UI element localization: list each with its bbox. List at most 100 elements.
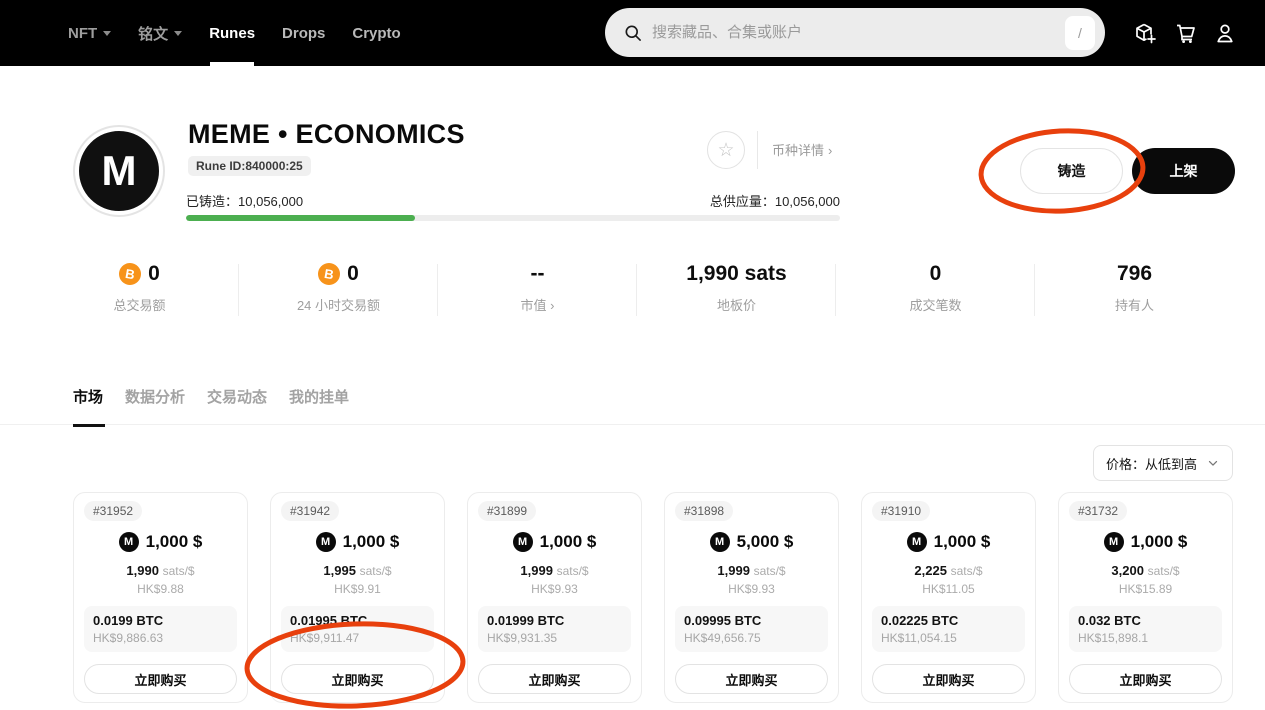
total-price-btc: 0.0199 BTC	[93, 613, 228, 628]
header-actions	[1133, 0, 1237, 66]
supply-value: 10,056,000	[775, 194, 840, 209]
buy-now-button[interactable]: 立即购买	[675, 664, 828, 694]
unit-rate-suffix: sats/$	[163, 564, 195, 578]
tab-market[interactable]: 市场	[73, 386, 103, 427]
unit-rate-suffix: sats/$	[1148, 564, 1180, 578]
chevron-right-icon: ›	[828, 143, 832, 158]
coin-details-link[interactable]: 币种详情 ›	[772, 140, 832, 159]
total-price-hkd: HK$9,911.47	[290, 631, 425, 645]
stat-value: --	[531, 262, 545, 286]
stat-label: 持有人	[1115, 295, 1154, 314]
meme-coin-icon: M	[119, 532, 139, 552]
listing-card[interactable]: #31732 M 1,000 $ 3,200 sats/$ HK$15.89 0…	[1058, 492, 1233, 703]
buy-now-button[interactable]: 立即购买	[872, 664, 1025, 694]
tab-analytics[interactable]: 数据分析	[125, 386, 185, 427]
listing-amount: 1,000 $	[146, 532, 203, 552]
unit-rate-suffix: sats/$	[754, 564, 786, 578]
cart-icon[interactable]	[1173, 21, 1197, 45]
minted-label: 已铸造：	[186, 194, 238, 209]
total-price-box: 0.0199 BTC HK$9,886.63	[84, 606, 237, 652]
total-price-btc: 0.01995 BTC	[290, 613, 425, 628]
nav-item-crypto[interactable]: Crypto	[352, 0, 400, 66]
sort-dropdown[interactable]: 价格：从低到高	[1093, 445, 1233, 481]
unit-rate-suffix: sats/$	[951, 564, 983, 578]
listing-card[interactable]: #31898 M 5,000 $ 1,999 sats/$ HK$9.93 0.…	[664, 492, 839, 703]
chevron-right-icon: ›	[550, 298, 554, 313]
minted-value: 10,056,000	[238, 194, 303, 209]
tab-activity[interactable]: 交易动态	[207, 386, 267, 427]
total-price-btc: 0.09995 BTC	[684, 613, 819, 628]
nav-item-nft[interactable]: NFT	[68, 0, 111, 66]
supply-text: 总供应量：10,056,000	[710, 191, 840, 210]
listing-amount: 5,000 $	[737, 532, 794, 552]
mint-progress-bar	[186, 215, 840, 221]
listing-card[interactable]: #31942 M 1,000 $ 1,995 sats/$ HK$9.91 0.…	[270, 492, 445, 703]
search-shortcut-key: /	[1065, 16, 1095, 50]
listing-amount: 1,000 $	[343, 532, 400, 552]
total-price-hkd: HK$11,054.15	[881, 631, 1016, 645]
listing-id-badge: #31732	[1069, 501, 1127, 521]
listing-id-badge: #31952	[84, 501, 142, 521]
btc-icon: B	[318, 263, 340, 285]
stat-label: 24 小时交易额	[297, 295, 380, 314]
account-icon[interactable]	[1213, 21, 1237, 45]
total-price-btc: 0.032 BTC	[1078, 613, 1213, 628]
favorite-star-button[interactable]: ☆	[707, 131, 745, 169]
stat-24h-volume: B 0 24 小时交易额	[239, 260, 438, 320]
buy-now-button[interactable]: 立即购买	[281, 664, 434, 694]
total-price-hkd: HK$9,931.35	[487, 631, 622, 645]
total-price-btc: 0.02225 BTC	[881, 613, 1016, 628]
total-price-box: 0.01995 BTC HK$9,911.47	[281, 606, 434, 652]
listing-id-badge: #31898	[675, 501, 733, 521]
listing-card[interactable]: #31899 M 1,000 $ 1,999 sats/$ HK$9.93 0.…	[467, 492, 642, 703]
unit-rate: 3,200	[1111, 563, 1144, 578]
tab-my-listings[interactable]: 我的挂单	[289, 386, 349, 427]
listing-card[interactable]: #31910 M 1,000 $ 2,225 sats/$ HK$11.05 0…	[861, 492, 1036, 703]
nav-item-inscriptions[interactable]: 铭文	[138, 0, 182, 66]
buy-now-button[interactable]: 立即购买	[84, 664, 237, 694]
meme-coin-icon: M	[907, 532, 927, 552]
unit-rate-hkd: HK$9.93	[675, 582, 828, 596]
supply-label: 总供应量：	[710, 194, 775, 209]
search-bar[interactable]: /	[605, 8, 1105, 57]
total-price-hkd: HK$15,898.1	[1078, 631, 1213, 645]
stat-floor-price: 1,990 sats 地板价	[637, 260, 836, 320]
buy-now-button[interactable]: 立即购买	[478, 664, 631, 694]
nav-label: 铭文	[138, 23, 168, 44]
listing-card[interactable]: #31952 M 1,000 $ 1,990 sats/$ HK$9.88 0.…	[73, 492, 248, 703]
unit-rate: 1,999	[520, 563, 553, 578]
unit-rate-hkd: HK$11.05	[872, 582, 1025, 596]
runes-market-page: NFT 铭文 Runes Drops Crypto /	[0, 0, 1265, 710]
listing-id-badge: #31942	[281, 501, 339, 521]
unit-rate-hkd: HK$9.88	[84, 582, 237, 596]
stat-value: 0	[148, 262, 160, 286]
market-cap-link[interactable]: 市值 ›	[521, 295, 555, 314]
stat-trade-count: 0 成交笔数	[836, 260, 1035, 320]
mint-button[interactable]: 铸造	[1020, 148, 1123, 194]
mint-progress-fill	[186, 215, 415, 221]
nav-item-runes[interactable]: Runes	[209, 0, 255, 66]
stat-value: 0	[347, 262, 359, 286]
create-cube-icon[interactable]	[1133, 21, 1157, 45]
buy-now-button[interactable]: 立即购买	[1069, 664, 1222, 694]
nav-label: Crypto	[352, 25, 400, 42]
caret-down-icon	[103, 31, 111, 36]
stat-label: 成交笔数	[909, 295, 961, 314]
unit-rate: 1,990	[126, 563, 159, 578]
search-input[interactable]	[652, 24, 1065, 41]
stat-label: 市值	[521, 298, 547, 313]
total-price-box: 0.09995 BTC HK$49,656.75	[675, 606, 828, 652]
meme-coin-icon: M	[316, 532, 336, 552]
unit-rate: 2,225	[914, 563, 947, 578]
star-icon: ☆	[717, 139, 734, 162]
unit-rate: 1,995	[323, 563, 356, 578]
coin-details-label: 币种详情	[772, 143, 824, 158]
listing-grid: #31952 M 1,000 $ 1,990 sats/$ HK$9.88 0.…	[73, 492, 1233, 703]
stat-label: 总交易额	[113, 295, 165, 314]
nav-item-drops[interactable]: Drops	[282, 0, 325, 66]
unit-rate-suffix: sats/$	[360, 564, 392, 578]
list-button[interactable]: 上架	[1132, 148, 1235, 194]
rune-id-badge: Rune ID:840000:25	[188, 156, 311, 176]
listing-id-badge: #31910	[872, 501, 930, 521]
nav-label: Runes	[209, 25, 255, 42]
